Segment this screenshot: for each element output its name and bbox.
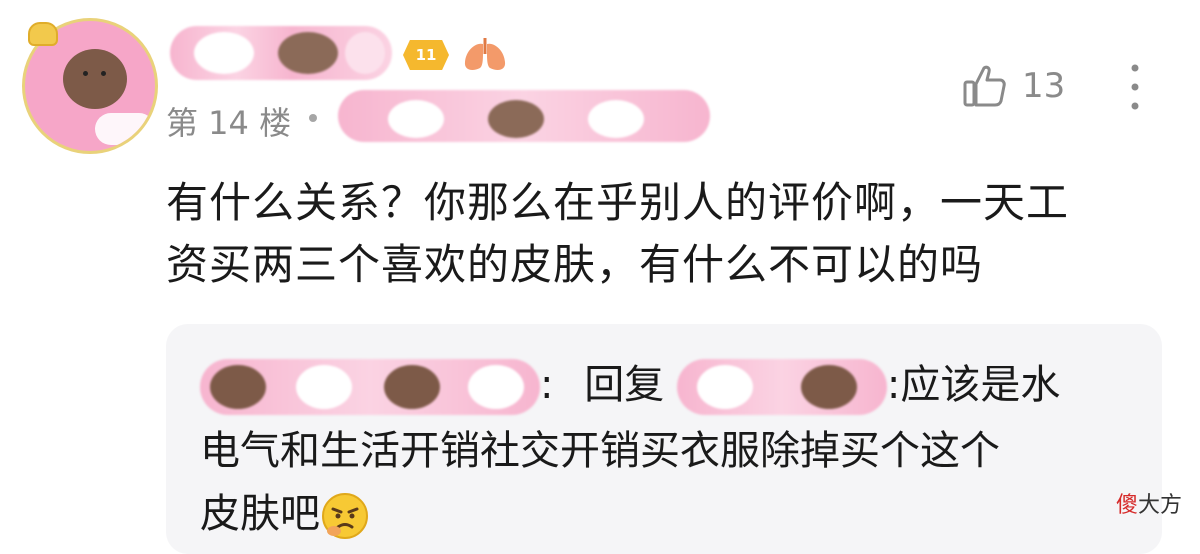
thumbs-up-icon[interactable] xyxy=(962,63,1008,109)
comment-body: 有什么关系？你那么在乎别人的评价啊，一天工 资买两三个喜欢的皮肤，有什么不可以的… xyxy=(166,172,1166,296)
mosaic-blob xyxy=(296,365,352,409)
comment-line: 有什么关系？你那么在乎别人的评价啊，一天工 xyxy=(166,178,1070,227)
floor-number: 第 14 楼 xyxy=(166,104,292,142)
watermark: 傻大方 xyxy=(1116,487,1182,519)
angry-emoji-icon xyxy=(322,493,368,539)
meta-info-mosaic xyxy=(338,90,710,142)
mosaic-blob xyxy=(468,365,524,409)
level-number: 11 xyxy=(415,46,437,64)
meta-separator-dot xyxy=(309,114,317,122)
reply-target-mosaic[interactable] xyxy=(676,359,887,415)
reply-line: : 回复 :应该是水 xyxy=(200,352,1060,415)
watermark-rest: 大方 xyxy=(1137,493,1182,518)
reply-text-line3: 皮肤吧 xyxy=(200,491,320,537)
comment-line: 资买两三个喜欢的皮肤，有什么不可以的吗 xyxy=(166,240,984,289)
mosaic-blob xyxy=(388,100,444,138)
avatar-cloud xyxy=(95,113,155,145)
mosaic-blob xyxy=(278,32,338,74)
mosaic-blob xyxy=(488,100,544,138)
reply-line: 皮肤吧 xyxy=(200,481,370,541)
mosaic-blob xyxy=(384,365,440,409)
reply-text-line1: :应该是水 xyxy=(886,362,1061,408)
watermark-accent: 傻 xyxy=(1115,493,1138,518)
mosaic-blob xyxy=(194,32,254,74)
vertical-ellipsis-icon[interactable] xyxy=(1122,62,1148,112)
level-badge: 11 xyxy=(403,40,449,70)
reply-text-line2: 电气和生活开销社交开销买衣服除掉买个这个 xyxy=(200,428,1000,474)
like-count: 13 xyxy=(1022,66,1066,106)
username-mosaic[interactable] xyxy=(170,26,392,80)
user-avatar[interactable] xyxy=(22,18,162,158)
mosaic-blob xyxy=(800,365,857,409)
mosaic-blob xyxy=(588,100,644,138)
avatar-dog-face xyxy=(63,49,127,109)
reply-author-mosaic[interactable] xyxy=(200,359,540,415)
mosaic-blob xyxy=(345,32,385,74)
mosaic-blob xyxy=(696,365,753,409)
avatar-frame-badge xyxy=(28,22,58,46)
reply-colon: : xyxy=(540,362,554,408)
reply-label: 回复 xyxy=(584,362,665,408)
lung-badge-icon xyxy=(464,38,506,70)
mosaic-blob xyxy=(210,365,266,409)
